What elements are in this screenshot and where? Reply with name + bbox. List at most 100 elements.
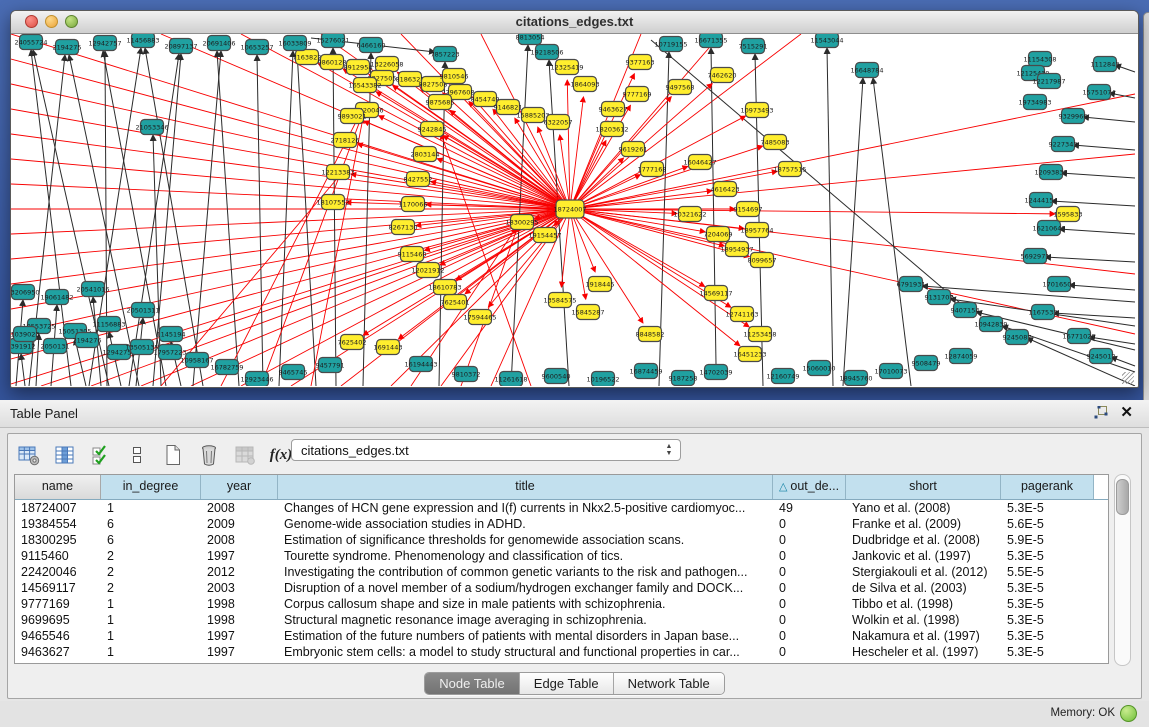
table-cell[interactable]: 9465546	[15, 628, 101, 644]
table-cell[interactable]: 9463627	[15, 644, 101, 660]
delete-column-icon[interactable]	[198, 444, 220, 466]
tab-edge-table[interactable]: Edge Table	[520, 673, 614, 694]
table-cell[interactable]: 1998	[201, 596, 278, 612]
table-cell[interactable]: Tourette syndrome. Phenomenology and cla…	[278, 548, 773, 564]
column-header-title[interactable]: title	[278, 475, 773, 499]
table-row[interactable]: 1456911722003Disruption of a novel membe…	[15, 580, 1108, 596]
row-height-icon[interactable]	[126, 444, 148, 466]
table-cell[interactable]: 9699695	[15, 612, 101, 628]
table-cell[interactable]: 5.3E-5	[1001, 612, 1094, 628]
table-cell[interactable]: 0	[773, 644, 846, 660]
table-cell[interactable]: 5.5E-5	[1001, 564, 1094, 580]
table-cell[interactable]: 5.9E-5	[1001, 532, 1094, 548]
table-cell[interactable]: 2009	[201, 516, 278, 532]
import-table-icon[interactable]	[234, 444, 256, 466]
table-cell[interactable]: 2008	[201, 500, 278, 516]
memory-status-indicator[interactable]	[1120, 705, 1137, 722]
network-window-titlebar[interactable]: citations_edges.txt	[11, 11, 1138, 34]
table-cell[interactable]: 9115460	[15, 548, 101, 564]
table-cell[interactable]: 6	[101, 516, 201, 532]
table-cell[interactable]: 14569117	[15, 580, 101, 596]
show-columns-icon[interactable]	[54, 444, 76, 466]
table-cell[interactable]: 1997	[201, 628, 278, 644]
table-scrollbar-thumb[interactable]	[1116, 479, 1129, 515]
column-header-name[interactable]: name	[15, 475, 101, 499]
table-cell[interactable]: 18300295	[15, 532, 101, 548]
column-header-pagerank[interactable]: pagerank	[1001, 475, 1094, 499]
table-cell[interactable]: 0	[773, 628, 846, 644]
table-cell[interactable]: Hescheler et al. (1997)	[846, 644, 1001, 660]
citation-network-graph[interactable]: 7163822986012889129541322605898275051654…	[11, 34, 1136, 386]
table-cell[interactable]: Yano et al. (2008)	[846, 500, 1001, 516]
table-row[interactable]: 946362711997Embryonic stem cells: a mode…	[15, 644, 1108, 660]
table-row[interactable]: 1938455462009Genome-wide association stu…	[15, 516, 1108, 532]
table-cell[interactable]: Structural magnetic resonance image aver…	[278, 612, 773, 628]
table-row[interactable]: 911546021997Tourette syndrome. Phenomeno…	[15, 548, 1108, 564]
new-column-icon[interactable]	[162, 444, 184, 466]
table-cell[interactable]: Jankovic et al. (1997)	[846, 548, 1001, 564]
table-cell[interactable]: 5.3E-5	[1001, 628, 1094, 644]
table-cell[interactable]: 2	[101, 564, 201, 580]
float-window-icon[interactable]	[1094, 406, 1108, 419]
table-cell[interactable]: 5.6E-5	[1001, 516, 1094, 532]
table-cell[interactable]: 1	[101, 644, 201, 660]
column-header-year[interactable]: year	[201, 475, 278, 499]
table-cell[interactable]: 9777169	[15, 596, 101, 612]
table-cell[interactable]: 0	[773, 596, 846, 612]
table-scrollbar[interactable]	[1114, 474, 1131, 666]
table-cell[interactable]: 5.3E-5	[1001, 548, 1094, 564]
table-cell[interactable]: Investigating the contribution of common…	[278, 564, 773, 580]
table-cell[interactable]: Tibbo et al. (1998)	[846, 596, 1001, 612]
table-row[interactable]: 1830029562008Estimation of significance …	[15, 532, 1108, 548]
table-cell[interactable]: 5.3E-5	[1001, 596, 1094, 612]
select-all-icon[interactable]	[90, 444, 112, 466]
table-cell[interactable]: 22420046	[15, 564, 101, 580]
table-cell[interactable]: Changes of HCN gene expression and I(f) …	[278, 500, 773, 516]
table-cell[interactable]: Dudbridge et al. (2008)	[846, 532, 1001, 548]
table-cell[interactable]: 0	[773, 532, 846, 548]
table-row[interactable]: 2242004622012Investigating the contribut…	[15, 564, 1108, 580]
table-cell[interactable]: 2	[101, 548, 201, 564]
table-cell[interactable]: 0	[773, 516, 846, 532]
table-cell[interactable]: 5.3E-5	[1001, 500, 1094, 516]
table-cell[interactable]: 6	[101, 532, 201, 548]
table-cell[interactable]: Disruption of a novel member of a sodium…	[278, 580, 773, 596]
table-cell[interactable]: 1997	[201, 548, 278, 564]
table-cell[interactable]: Wolkin et al. (1998)	[846, 612, 1001, 628]
table-cell[interactable]: 0	[773, 612, 846, 628]
table-cell[interactable]: 0	[773, 548, 846, 564]
network-canvas[interactable]: 7163822986012889129541322605898275051654…	[11, 34, 1136, 386]
table-row[interactable]: 946554611997Estimation of the future num…	[15, 628, 1108, 644]
table-cell[interactable]: 49	[773, 500, 846, 516]
table-cell[interactable]: Franke et al. (2009)	[846, 516, 1001, 532]
table-row[interactable]: 1872400712008Changes of HCN gene express…	[15, 500, 1108, 516]
table-cell[interactable]: 1	[101, 612, 201, 628]
table-cell[interactable]: Embryonic stem cells: a model to study s…	[278, 644, 773, 660]
table-cell[interactable]: 2012	[201, 564, 278, 580]
table-cell[interactable]: 0	[773, 580, 846, 596]
table-cell[interactable]: Estimation of the future numbers of pati…	[278, 628, 773, 644]
table-cell[interactable]: 18724007	[15, 500, 101, 516]
table-cell[interactable]: 5.3E-5	[1001, 580, 1094, 596]
table-cell[interactable]: Nakamura et al. (1997)	[846, 628, 1001, 644]
table-cell[interactable]: de Silva et al. (2003)	[846, 580, 1001, 596]
table-cell[interactable]: 1998	[201, 612, 278, 628]
table-cell[interactable]: 2008	[201, 532, 278, 548]
table-cell[interactable]: Genome-wide association studies in ADHD.	[278, 516, 773, 532]
table-cell[interactable]: 1	[101, 628, 201, 644]
window-resize-grip[interactable]	[1122, 372, 1134, 384]
table-row[interactable]: 969969511998Structural magnetic resonanc…	[15, 612, 1108, 628]
table-cell[interactable]: Estimation of significance thresholds fo…	[278, 532, 773, 548]
table-cell[interactable]: 2	[101, 580, 201, 596]
table-row[interactable]: 977716911998Corpus callosum shape and si…	[15, 596, 1108, 612]
network-selector-dropdown[interactable]: citations_edges.txt ▲▼	[291, 439, 681, 461]
table-cell[interactable]: 19384554	[15, 516, 101, 532]
column-header-short[interactable]: short	[846, 475, 1001, 499]
table-cell[interactable]: Corpus callosum shape and size in male p…	[278, 596, 773, 612]
table-panel-titlebar[interactable]: Table Panel ✕	[0, 400, 1149, 428]
table-cell[interactable]: Stergiakouli et al. (2012)	[846, 564, 1001, 580]
table-cell[interactable]: 2003	[201, 580, 278, 596]
close-panel-icon[interactable]: ✕	[1120, 405, 1133, 420]
column-header-in-degree[interactable]: in_degree	[101, 475, 201, 499]
tab-network-table[interactable]: Network Table	[614, 673, 724, 694]
